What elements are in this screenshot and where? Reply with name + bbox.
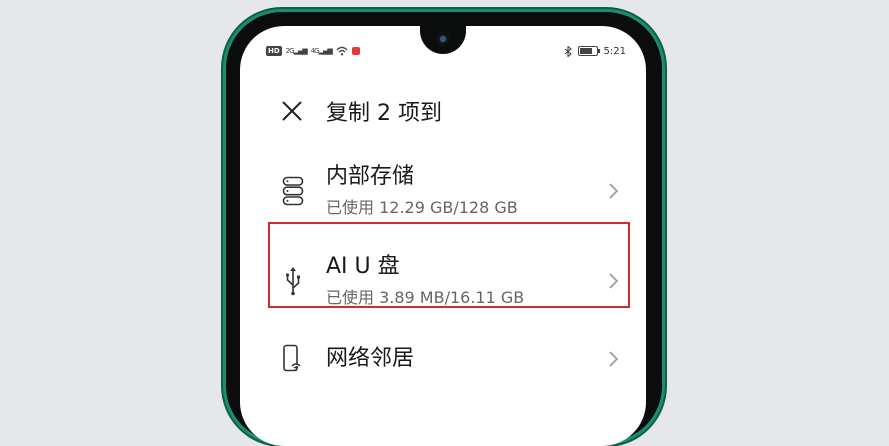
- bluetooth-icon: [564, 45, 572, 57]
- list-item-network-neighborhood[interactable]: 网络邻居: [280, 342, 620, 376]
- list-item-label: 网络邻居: [326, 346, 415, 371]
- hd-badge: HD: [266, 46, 282, 56]
- list-item-internal-storage[interactable]: 内部存储 已使用 12.29 GB/128 GB: [280, 162, 620, 220]
- signal-icon: 4G▂▄▆: [310, 47, 333, 55]
- highlight-box: [268, 222, 630, 308]
- signal-label-1: 2G: [285, 47, 295, 55]
- dialog-header: 复制 2 项到: [280, 96, 442, 126]
- wifi-icon: [336, 46, 348, 56]
- chevron-right-icon: [609, 351, 619, 367]
- page-title: 复制 2 项到: [326, 101, 442, 126]
- close-icon[interactable]: [280, 99, 304, 123]
- status-bar: HD 2G▂▄▆ 4G▂▄▆ 5:21: [266, 44, 626, 58]
- signal-label-2: 4G: [310, 47, 320, 55]
- network-neighborhood-icon: [280, 342, 306, 376]
- battery-icon: [577, 46, 600, 56]
- list-item-subtitle: 已使用 12.29 GB/128 GB: [326, 198, 518, 217]
- list-item-label: 内部存储: [326, 164, 415, 189]
- status-time: 5:21: [603, 45, 626, 57]
- storage-icon: [280, 174, 306, 208]
- signal-icon: 2G▂▄▆: [285, 47, 308, 55]
- chevron-right-icon: [609, 183, 619, 199]
- notification-icon: [351, 47, 360, 55]
